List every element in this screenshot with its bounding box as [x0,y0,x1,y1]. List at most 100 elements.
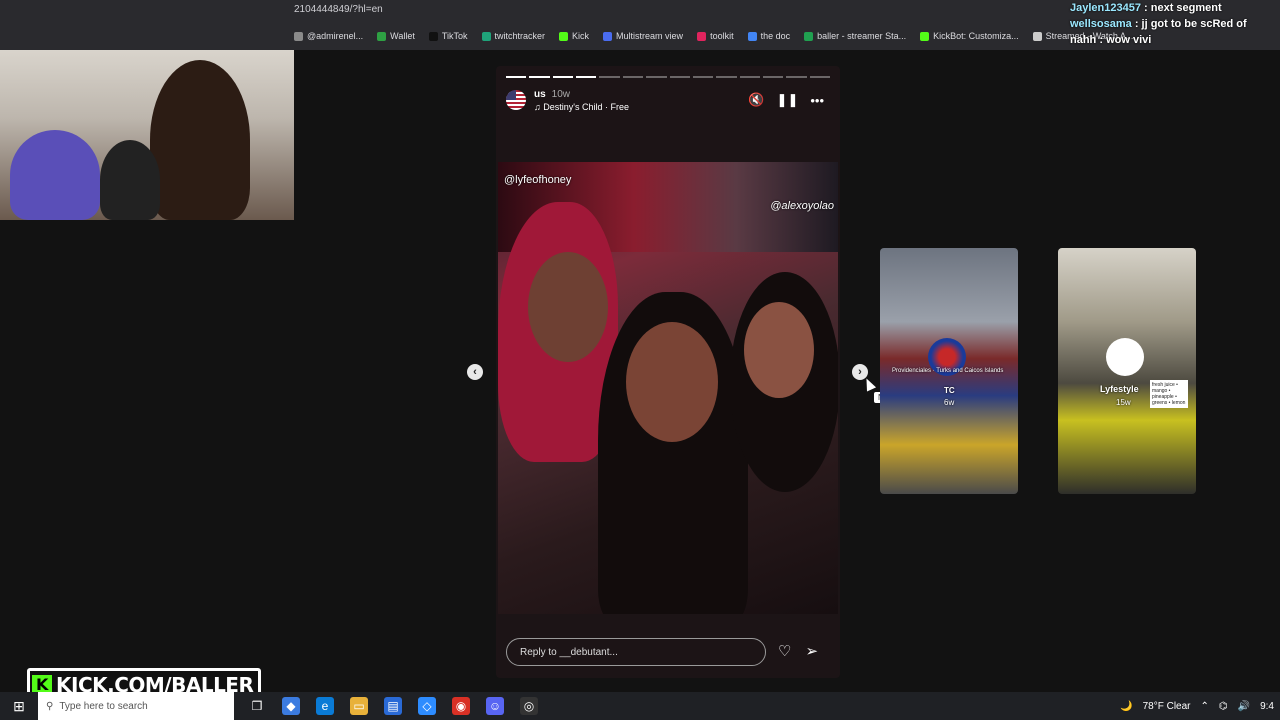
bookmark-label: KickBot: Customiza... [933,31,1019,41]
progress-segment [762,76,784,78]
progress-segment [552,76,574,78]
bookmark-item[interactable]: Wallet [377,28,415,44]
bookmark-label: baller - streamer Sta... [817,31,907,41]
bookmark-icon [377,31,387,41]
pause-icon[interactable]: ❚❚ [777,92,799,108]
progress-segment [506,76,527,78]
juice-note: fresh juice • mango • pineapple • greens… [1150,380,1188,408]
mention-tag[interactable]: @alexoyolao [770,200,834,212]
obs-icon[interactable]: ◎ [520,697,538,715]
story-label: TC [944,386,955,395]
story-age: 6w [944,398,955,407]
discord-icon[interactable]: ☺ [486,697,504,715]
streamer-figure [150,60,250,220]
bookmark-item[interactable]: TikTok [428,28,468,44]
edge-icon[interactable]: e [316,697,334,715]
bookmark-item[interactable]: baller - streamer Sta... [804,28,906,44]
bookmark-item[interactable]: the doc [747,28,791,44]
story-song[interactable]: ♫ Destiny's Child · Free [534,102,629,112]
bookmark-icon [603,31,613,41]
side-story-card[interactable]: Providenciales · Turks and Caicos Island… [880,248,1018,494]
story-username[interactable]: us 10w [534,89,570,100]
progress-segment [646,76,667,78]
heart-icon[interactable]: ♡ [778,642,791,660]
story-viewer: us 10w ♫ Destiny's Child · Free 🔇 ❚❚ ••• … [496,66,840,678]
story-caption: Providenciales · Turks and Caicos Island… [892,368,1004,374]
search-icon: ⚲ [46,700,54,712]
taskbar-search-input[interactable]: ⚲ Type here to search [38,692,234,720]
chat-message: Jaylen123457 : next segment [1070,2,1222,14]
progress-segment [716,76,737,78]
address-bar[interactable]: 2104444849/?hl=en [294,4,383,15]
bookmark-icon [294,31,303,41]
side-story-card[interactable]: Lyfestyle 15w fresh juice • mango • pine… [1058,248,1196,494]
progress-segment [669,76,690,78]
story-progress [506,76,831,78]
weather-icon: 🌙 [1120,700,1133,712]
reply-input[interactable]: Reply to __debutant... [506,638,766,666]
bookmark-item[interactable]: Multistream view [603,28,683,44]
face [626,322,718,442]
bookmark-label: Multistream view [616,31,684,41]
progress-segment [576,76,597,78]
bookmark-item[interactable]: twitchtracker [481,28,545,44]
app-icon[interactable]: ◆ [282,697,300,715]
network-icon[interactable]: ⌬ [1219,701,1228,712]
story-age: 15w [1116,398,1131,407]
bookmark-label: Wallet [390,31,415,41]
volume-icon[interactable]: 🔊 [1238,701,1250,712]
story-header: us 10w ♫ Destiny's Child · Free 🔇 ❚❚ ••• [506,88,830,116]
more-icon[interactable]: ••• [810,93,824,108]
guest-figure [100,140,160,220]
bookmark-icon [920,31,930,41]
chat-overlay: Jaylen123457 : next segment wellsosama :… [1070,2,1270,50]
avatar[interactable] [506,90,526,110]
system-tray: 🌙 78°F Clear ⌃ ⌬ 🔊 9:4 [1120,692,1274,720]
app-icon[interactable]: ◇ [418,697,436,715]
story-avatar [1106,338,1144,376]
bookmark-icon [804,31,814,41]
bookmark-icon [481,31,491,41]
task-view-icon[interactable]: ❒ [248,697,266,715]
progress-segment [809,76,831,78]
progress-segment [599,76,620,78]
folder-icon[interactable]: ▭ [350,697,368,715]
face [744,302,814,398]
bookmark-label: @admirenel... [307,31,364,41]
chat-message: nahh : wow vivi [1070,34,1152,46]
bookmark-label: toolkit [710,31,734,41]
story-label: Lyfestyle [1100,384,1139,394]
story-photo: @lyfeofhoney @alexoyolao [498,162,838,614]
progress-segment [529,76,550,78]
clock[interactable]: 9:4 [1260,701,1274,712]
weather-text[interactable]: 78°F Clear [1143,701,1191,712]
send-icon[interactable]: ➢ [805,642,818,660]
bookmark-icon [428,31,438,41]
progress-segment [692,76,714,78]
bookmark-label: the doc [760,31,791,41]
progress-segment [622,76,644,78]
webcam-overlay [0,50,294,220]
bookmark-item[interactable]: @admirenel... [294,28,363,44]
store-icon[interactable]: ▤ [384,697,402,715]
chrome-icon[interactable]: ◉ [452,697,470,715]
face [528,252,608,362]
bookmark-item[interactable]: KickBot: Customiza... [920,28,1019,44]
bookmark-icon [697,31,707,41]
story-age: 10w [551,89,571,100]
bookmark-item[interactable]: toolkit [697,28,734,44]
bookmark-label: TikTok [441,31,468,41]
bookmark-icon [559,31,569,41]
progress-segment [739,76,760,78]
tray-chevron-icon[interactable]: ⌃ [1201,701,1209,712]
mention-tag[interactable]: @lyfeofhoney [504,174,571,186]
progress-segment [786,76,807,78]
previous-story-button[interactable]: ‹ [467,364,483,380]
guest-figure [10,130,100,220]
bookmark-item[interactable]: Kick [559,28,589,44]
chat-message: wellsosama : jj got to be scRed of [1070,18,1247,30]
bookmark-icon [747,31,757,41]
bookmark-label: Kick [572,31,590,41]
mute-icon[interactable]: 🔇 [748,92,764,108]
windows-start-icon[interactable]: ⊞ [0,698,38,715]
